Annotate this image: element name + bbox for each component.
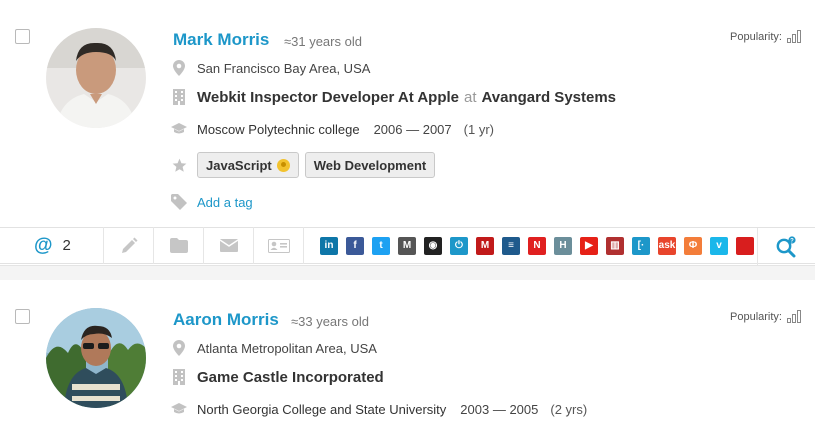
- select-checkbox[interactable]: [15, 309, 30, 324]
- stackoverflow-icon[interactable]: ≡: [502, 236, 520, 255]
- youtube-icon[interactable]: ▶: [580, 236, 598, 255]
- building-icon: [170, 368, 188, 386]
- folder-icon: [169, 238, 188, 253]
- star-icon: [170, 156, 188, 174]
- education-duration: (1 yr): [463, 121, 494, 137]
- location-row: Atlanta Metropolitan Area, USA: [170, 338, 377, 358]
- popularity-bars-icon: [787, 30, 801, 43]
- search-icon: ?: [776, 235, 796, 257]
- tag-label: JavaScript: [206, 157, 272, 173]
- linkedin-icon[interactable]: in: [320, 236, 338, 255]
- job-row: Game Castle Incorporated: [170, 367, 384, 387]
- vimeo-icon[interactable]: v: [710, 236, 728, 255]
- tags-row: JavaScript Web Development: [170, 152, 441, 178]
- add-tag-link[interactable]: Add a tag: [197, 195, 253, 210]
- education-years: 2003 — 2005: [460, 401, 539, 417]
- github-icon[interactable]: ◉: [424, 236, 442, 255]
- profile-age: ≈33 years old: [291, 314, 369, 329]
- svg-text:?: ?: [790, 238, 794, 244]
- job-at-text: at: [464, 88, 477, 106]
- envelope-icon: [219, 239, 238, 252]
- medium-icon[interactable]: M: [398, 236, 416, 255]
- red-partial-icon[interactable]: [736, 236, 754, 255]
- tag-web-development[interactable]: Web Development: [304, 152, 436, 178]
- message-button[interactable]: [204, 227, 254, 264]
- popularity: Popularity:: [730, 30, 801, 43]
- education-duration: (2 yrs): [550, 401, 588, 417]
- twitter-icon[interactable]: t: [372, 236, 390, 255]
- tag-icon: [170, 193, 188, 211]
- n-icon[interactable]: N: [528, 236, 546, 255]
- social-links: in f t M ◉ ⏻ M ≡ N H ▶ ▥ [· ask Фv: [304, 227, 754, 264]
- location-row: San Francisco Bay Area, USA: [170, 58, 370, 78]
- avatar: [46, 28, 146, 128]
- search-profile-button[interactable]: ?: [757, 228, 815, 265]
- email-count: 2: [62, 237, 71, 254]
- folder-button[interactable]: [154, 227, 204, 264]
- ask-icon[interactable]: ask: [658, 236, 676, 255]
- location-pin-icon: [170, 59, 188, 77]
- at-icon: @: [34, 234, 53, 256]
- profile-card: Aaron Morris ≈33 years old Popularity: A…: [0, 280, 815, 425]
- contact-card-icon: [267, 238, 290, 253]
- profile-name[interactable]: Aaron Morris: [173, 310, 279, 330]
- avatar: [46, 308, 146, 408]
- job-title[interactable]: Webkit Inspector Developer At Apple: [197, 89, 459, 106]
- pencil-icon: [121, 237, 137, 253]
- popularity-label: Popularity:: [730, 30, 782, 43]
- tag-label: Web Development: [313, 157, 427, 173]
- popularity: Popularity:: [730, 310, 801, 323]
- popularity-bars-icon: [787, 310, 801, 323]
- email-count-button[interactable]: @ 2: [0, 227, 104, 264]
- location-text: Atlanta Metropolitan Area, USA: [197, 340, 377, 356]
- profile-card: Mark Morris ≈31 years old Popularity: Sa…: [0, 0, 815, 265]
- tag-javascript[interactable]: JavaScript: [197, 152, 299, 178]
- profile-name[interactable]: Mark Morris: [173, 30, 269, 50]
- education-years: 2006 — 2007: [373, 121, 452, 137]
- add-tag-row: Add a tag: [170, 192, 253, 212]
- popularity-label: Popularity:: [730, 310, 782, 323]
- contact-toolbar: @ 2 in f t M ◉ ⏻ M ≡ N H ▶ ▥ [· ask Фv ?: [0, 227, 815, 265]
- company-name[interactable]: Game Castle Incorporated: [197, 369, 384, 386]
- select-checkbox[interactable]: [15, 29, 30, 44]
- meetup-icon[interactable]: M: [476, 236, 494, 255]
- company-name[interactable]: Avangard Systems: [482, 89, 617, 106]
- bracket-icon[interactable]: [·: [632, 236, 650, 255]
- facebook-icon[interactable]: f: [346, 236, 364, 255]
- job-row: Webkit Inspector Developer At Apple at A…: [170, 87, 616, 107]
- phi-icon[interactable]: Ф: [684, 236, 702, 255]
- contact-card-button[interactable]: [254, 227, 304, 264]
- h-icon[interactable]: H: [554, 236, 572, 255]
- card-separator: [0, 265, 815, 280]
- education-row: Moscow Polytechnic college 2006 — 2007 (…: [170, 119, 494, 139]
- bars-icon[interactable]: ▥: [606, 236, 624, 255]
- tag-badge-icon: [276, 158, 290, 172]
- graduation-cap-icon: [170, 120, 188, 138]
- power-icon[interactable]: ⏻: [450, 236, 468, 255]
- edit-button[interactable]: [104, 227, 154, 264]
- location-pin-icon: [170, 339, 188, 357]
- graduation-cap-icon: [170, 400, 188, 418]
- building-icon: [170, 88, 188, 106]
- profile-age: ≈31 years old: [284, 34, 362, 49]
- education-row: North Georgia College and State Universi…: [170, 399, 587, 419]
- education-school: North Georgia College and State Universi…: [197, 401, 447, 417]
- education-school: Moscow Polytechnic college: [197, 121, 360, 137]
- location-text: San Francisco Bay Area, USA: [197, 60, 371, 76]
